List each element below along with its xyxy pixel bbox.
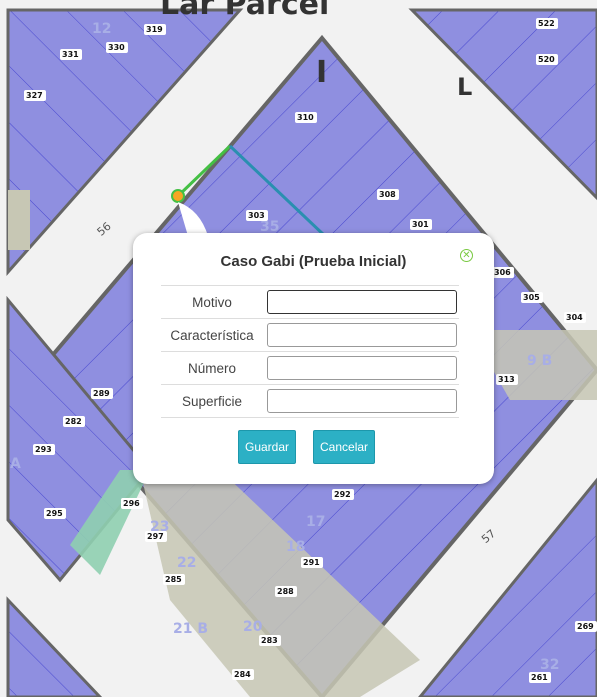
field-label-numero: Número (161, 351, 263, 385)
numero-input[interactable] (267, 356, 457, 380)
parcel-number[interactable]: 289 (93, 389, 110, 398)
parcel-number[interactable]: 327 (26, 91, 43, 100)
parcel-number[interactable]: 295 (46, 509, 63, 518)
form-row: Característica (161, 318, 459, 352)
superficie-input[interactable] (267, 389, 457, 413)
parcel-dialog: Caso Gabi (Prueba Inicial) ✕ Motivo Cara… (133, 233, 494, 484)
parcel-number[interactable]: 283 (261, 636, 278, 645)
save-button[interactable]: Guardar (238, 430, 297, 464)
parcel-number[interactable]: 330 (108, 43, 125, 52)
parcel-number[interactable]: 288 (277, 587, 294, 596)
parcel-number[interactable]: 331 (62, 50, 79, 59)
parcel-number[interactable]: 292 (334, 490, 351, 499)
parcel-number[interactable]: 284 (234, 670, 251, 679)
parcel-number[interactable]: 310 (297, 113, 314, 122)
map-top-text: Lar Parcel (160, 0, 329, 22)
caracteristica-input[interactable] (267, 323, 457, 347)
parcel-number[interactable]: 520 (538, 55, 555, 64)
parcel-number[interactable]: 305 (523, 293, 540, 302)
block-number: 12 (92, 21, 111, 37)
parcel-number[interactable]: 303 (248, 211, 265, 220)
parcel-number[interactable]: 308 (379, 190, 396, 199)
parcel-number[interactable]: 301 (412, 220, 429, 229)
block-number: 18 (286, 539, 305, 555)
parcel-number[interactable]: 291 (303, 558, 320, 567)
block-number: 9 B (527, 353, 552, 369)
section-letter: I (316, 55, 327, 90)
block-number: 20 (243, 619, 263, 635)
dialog-title: Caso Gabi (Prueba Inicial) (220, 253, 407, 270)
form-row: Motivo (161, 285, 459, 319)
parcel-number[interactable]: 269 (577, 622, 594, 631)
selected-point[interactable] (171, 189, 185, 203)
motivo-input[interactable] (267, 290, 457, 314)
parcel-number[interactable]: 304 (566, 313, 583, 322)
block-number: 21 B (173, 621, 208, 637)
parcel-number[interactable]: 296 (123, 499, 140, 508)
parcel-number[interactable]: 522 (538, 19, 555, 28)
field-label-superficie: Superficie (161, 384, 263, 418)
section-letter: L (457, 73, 472, 101)
field-label-caracteristica: Característica (161, 318, 263, 352)
form-row: Número (161, 351, 459, 385)
parcel-number[interactable]: 285 (165, 575, 182, 584)
parcel-number[interactable]: 306 (494, 268, 511, 277)
block-number: 22 (177, 555, 196, 571)
block-number: A (10, 456, 21, 472)
close-icon[interactable]: ✕ (460, 249, 473, 262)
parcel-number[interactable]: 319 (146, 25, 163, 34)
field-label-motivo: Motivo (161, 285, 263, 319)
block-number: 17 (306, 514, 325, 530)
parcel-number[interactable]: 293 (35, 445, 52, 454)
parcel-number[interactable]: 297 (147, 532, 164, 541)
form-row: Superficie (161, 384, 459, 418)
parcel-number[interactable]: 282 (65, 417, 82, 426)
parcel-number[interactable]: 261 (531, 673, 548, 682)
block-number: 32 (540, 657, 559, 673)
cancel-button[interactable]: Cancelar (313, 430, 376, 464)
dialog-form: Motivo Característica Número Superficie (161, 285, 459, 418)
parcel-number[interactable]: 313 (498, 375, 515, 384)
